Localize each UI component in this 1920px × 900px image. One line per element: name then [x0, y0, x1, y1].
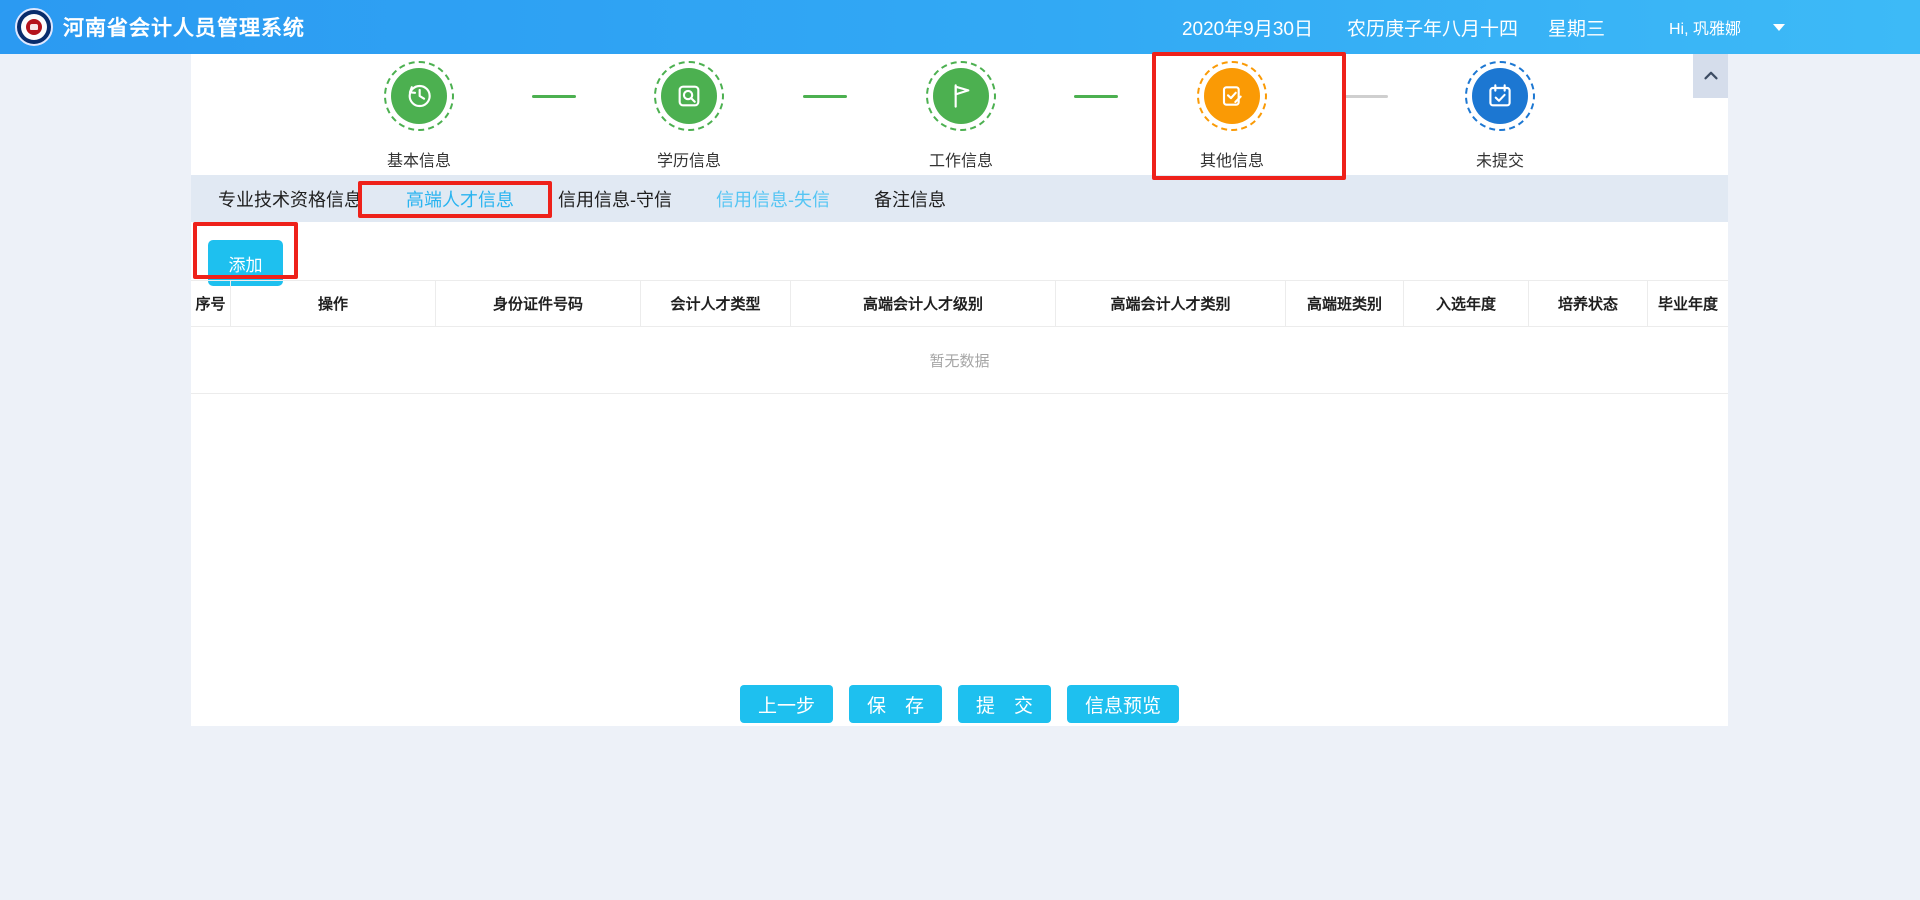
step-label: 基本信息 [339, 147, 499, 171]
submit-button[interactable]: 提 交 [958, 685, 1051, 723]
topbar: 河南省会计人员管理系统 2020年9月30日 农历庚子年八月十四 星期三 Hi,… [0, 0, 1920, 54]
step-label: 工作信息 [881, 147, 1041, 171]
step-other-info[interactable]: 其他信息 [1152, 61, 1312, 171]
step-label: 学历信息 [609, 147, 769, 171]
col-header-talent-level: 高端会计人才级别 [791, 281, 1056, 326]
step-ring [384, 61, 454, 131]
col-header-id-number: 身份证件号码 [436, 281, 641, 326]
tab-high-end-talent[interactable]: 高端人才信息 [406, 186, 514, 212]
user-greeting[interactable]: Hi, 巩雅娜 [1669, 15, 1741, 39]
app-title: 河南省会计人员管理系统 [63, 12, 305, 42]
chevron-up-icon [1700, 65, 1722, 87]
previous-step-button[interactable]: 上一步 [740, 685, 833, 723]
tab-remarks[interactable]: 备注信息 [874, 186, 946, 212]
tab-professional-qualification[interactable]: 专业技术资格信息 [218, 186, 362, 212]
col-header-talent-category: 高端会计人才类别 [1056, 281, 1286, 326]
col-header-training-status: 培养状态 [1529, 281, 1648, 326]
table-empty-state: 暂无数据 [191, 328, 1728, 394]
col-header-graduation-year: 毕业年度 [1648, 281, 1728, 326]
col-header-class-category: 高端班类别 [1286, 281, 1404, 326]
collapse-button[interactable] [1693, 54, 1728, 98]
col-header-talent-type: 会计人才类型 [641, 281, 791, 326]
app-logo-ring [21, 14, 47, 40]
app-logo-icon [15, 8, 53, 46]
tab-credit-untrustworthy[interactable]: 信用信息-失信 [716, 186, 830, 212]
app-logo-emblem [26, 19, 42, 35]
step-ring [1197, 61, 1267, 131]
main-panel: 基本信息 学历信息 [191, 54, 1728, 726]
step-work-info[interactable]: 工作信息 [881, 61, 1041, 171]
history-clock-icon [391, 68, 447, 124]
tab-credit-trustworthy[interactable]: 信用信息-守信 [558, 186, 672, 212]
sub-tabbar: 专业技术资格信息 高端人才信息 信用信息-守信 信用信息-失信 备注信息 [191, 175, 1728, 222]
step-connector [532, 95, 576, 98]
step-basic-info[interactable]: 基本信息 [339, 61, 499, 171]
step-ring [1465, 61, 1535, 131]
step-education-info[interactable]: 学历信息 [609, 61, 769, 171]
step-not-submitted[interactable]: 未提交 [1420, 61, 1580, 171]
step-connector [803, 95, 847, 98]
save-button[interactable]: 保 存 [849, 685, 942, 723]
step-ring [926, 61, 996, 131]
user-menu-caret-icon[interactable] [1773, 24, 1785, 31]
step-ring [654, 61, 724, 131]
step-connector [1344, 95, 1388, 98]
preview-button[interactable]: 信息预览 [1067, 685, 1179, 723]
form-edit-icon [1204, 68, 1260, 124]
lunar-date-text: 农历庚子年八月十四 [1347, 14, 1518, 41]
footer-actions: 上一步 保 存 提 交 信息预览 [191, 685, 1728, 723]
col-header-actions: 操作 [231, 281, 436, 326]
date-text: 2020年9月30日 [1182, 14, 1313, 41]
step-connector [1074, 95, 1118, 98]
topbar-right: 2020年9月30日 农历庚子年八月十四 星期三 Hi, 巩雅娜 [1182, 14, 1920, 41]
step-label: 其他信息 [1152, 147, 1312, 171]
col-header-seq: 序号 [191, 281, 231, 326]
flag-icon [933, 68, 989, 124]
calendar-check-icon [1472, 68, 1528, 124]
step-label: 未提交 [1420, 147, 1580, 171]
table-header-row: 序号 操作 身份证件号码 会计人才类型 高端会计人才级别 高端会计人才类别 高端… [191, 280, 1728, 327]
search-document-icon [661, 68, 717, 124]
step-indicator: 基本信息 学历信息 [191, 54, 1728, 175]
col-header-selected-year: 入选年度 [1404, 281, 1529, 326]
weekday-text: 星期三 [1548, 14, 1605, 41]
